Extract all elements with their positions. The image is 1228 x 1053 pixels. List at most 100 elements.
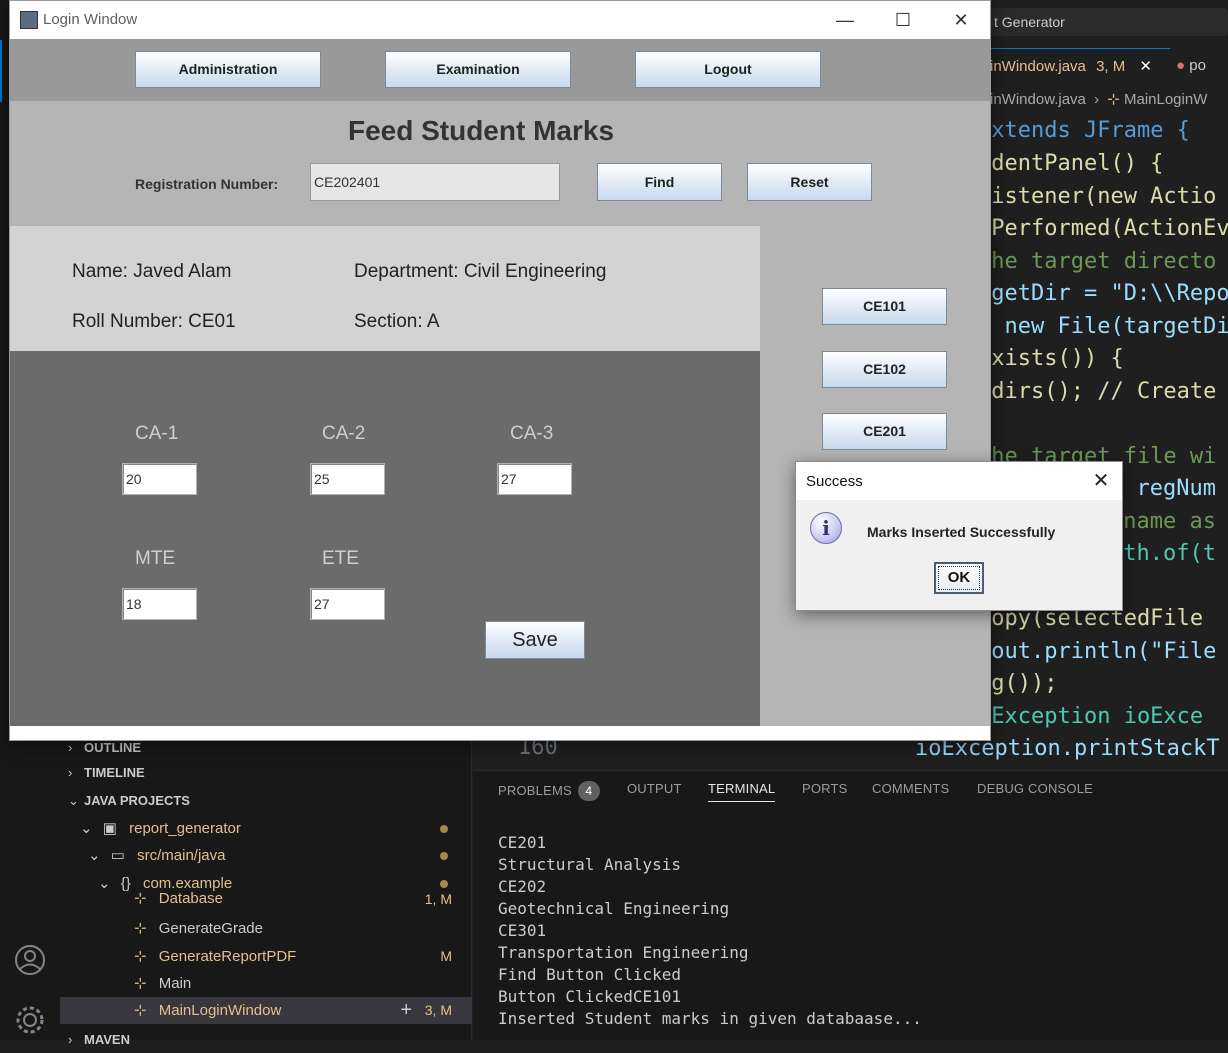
examination-button[interactable]: Examination [385, 51, 571, 88]
timeline-section-header[interactable]: › TIMELINE [60, 760, 472, 786]
dialog-close-button[interactable]: ✕ [1080, 462, 1122, 500]
breadcrumb-file[interactable]: inWindow.java [990, 91, 1086, 108]
ca1-input[interactable]: 20 [122, 463, 197, 495]
tree-item-label: MainLoginWindow [158, 1002, 282, 1019]
tab-output[interactable]: OUTPUT [627, 781, 682, 796]
course-button-ce101[interactable]: CE101 [822, 288, 947, 325]
terminal-line: CE202 [498, 877, 547, 896]
java-projects-section-header[interactable]: ⌄ JAVA PROJECTS [60, 788, 472, 814]
code-line: extends JFrame { [978, 118, 1190, 143]
tree-item-class[interactable]: ⊹ Main [60, 970, 472, 997]
window-titlebar[interactable]: Login Window — ☐ ✕ [10, 1, 990, 39]
code-line: .out.println("File [978, 639, 1217, 664]
editor-tab-active[interactable]: inWindow.java 3, M ✕ [990, 48, 1170, 84]
section-title: JAVA PROJECTS [84, 793, 190, 808]
logout-button[interactable]: Logout [635, 51, 821, 88]
bottom-panel: PROBLEMS 4 OUTPUT TERMINAL PORTS COMMENTS… [473, 770, 1228, 1040]
tree-item-class[interactable]: ⊹ GenerateReportPDF M [60, 943, 472, 970]
tab-ports[interactable]: PORTS [802, 781, 848, 796]
tree-item-folder[interactable]: ⌄ ▭ src/main/java [60, 842, 472, 869]
code-line: nPerformed(ActionEv [978, 216, 1228, 241]
ete-input[interactable]: 27 [310, 588, 385, 620]
page-title: Feed Student Marks [347, 115, 615, 146]
settings-gear-icon[interactable] [14, 1004, 46, 1036]
minimize-button[interactable]: — [816, 1, 874, 39]
tab-problems[interactable]: PROBLEMS 4 [498, 781, 600, 801]
student-name: Name: Javed Alam [72, 261, 232, 282]
editor-tab-badge: 3, M [1096, 58, 1126, 75]
terminal-line: CE301 [498, 921, 547, 940]
registration-number-label: Registration Number: [135, 176, 279, 192]
modified-dot [440, 880, 448, 888]
student-section: Section: A [354, 311, 440, 332]
tree-item-badge: 3, M [424, 1002, 452, 1018]
ca1-label: CA-1 [135, 423, 179, 444]
administration-button[interactable]: Administration [135, 51, 321, 88]
tree-item-class-selected[interactable]: ⊹ MainLoginWindow + 3, M [60, 997, 472, 1024]
dialog-titlebar[interactable]: Success ✕ [796, 462, 1122, 500]
account-icon[interactable] [14, 944, 46, 976]
terminal-line: Transportation Engineering [498, 943, 749, 962]
maximize-button[interactable]: ☐ [874, 1, 932, 39]
ca3-input[interactable]: 27 [497, 463, 572, 495]
student-roll-number: Roll Number: CE01 [72, 311, 236, 332]
tree-item-badge: M [440, 948, 452, 964]
registration-number-input[interactable]: CE202401 [310, 163, 560, 201]
code-line: rgetDir = "D:\\Repo [978, 281, 1228, 306]
editor-tab[interactable]: ● po [1176, 48, 1228, 84]
tab-terminal[interactable]: TERMINAL [708, 781, 776, 802]
success-dialog: Success ✕ i Marks Inserted Successfully … [795, 461, 1123, 611]
modified-dot [440, 852, 448, 860]
tree-item-label: GenerateGrade [158, 920, 263, 937]
tab-comments[interactable]: COMMENTS [872, 781, 949, 796]
editor-tab-label: inWindow.java [990, 58, 1086, 75]
explorer-sidebar: › OUTLINE › TIMELINE ⌄ JAVA PROJECTS ⌄ ▣… [60, 735, 472, 1047]
tab-debug-console[interactable]: DEBUG CONSOLE [977, 781, 1093, 796]
section-title: OUTLINE [84, 740, 142, 755]
modified-dot [440, 825, 448, 833]
tree-item-class[interactable]: ⊹ GenerateGrade [60, 915, 472, 942]
tree-item-project[interactable]: ⌄ ▣ report_generator [60, 815, 472, 842]
close-window-button[interactable]: ✕ [932, 1, 990, 39]
mte-input[interactable]: 18 [122, 588, 197, 620]
ca3-label: CA-3 [510, 423, 554, 444]
class-icon: ⊹ [134, 890, 147, 907]
editor-breadcrumb: inWindow.java › ⊹ MainLoginW [990, 90, 1207, 108]
tree-item-class[interactable]: ⊹ Database 1, M [60, 890, 472, 908]
java-app-icon [20, 11, 38, 29]
command-center-title: t Generator [994, 14, 1065, 30]
code-line: name as [1110, 509, 1216, 534]
chevron-down-icon: ⌄ [68, 793, 79, 808]
ete-label: ETE [322, 548, 359, 569]
save-button[interactable]: Save [485, 621, 585, 659]
code-line: OException ioExce [978, 704, 1204, 729]
close-tab-icon[interactable]: ✕ [1139, 58, 1152, 75]
course-button-ce102[interactable]: CE102 [822, 351, 947, 388]
login-window: Login Window — ☐ ✕ Administration Examin… [9, 0, 991, 741]
editor-tab-label: po [1189, 57, 1206, 74]
command-center[interactable]: t Generator [990, 8, 1228, 36]
ca2-input[interactable]: 25 [310, 463, 385, 495]
section-title: TIMELINE [84, 765, 145, 780]
search-panel: Feed Student Marks Registration Number: … [10, 101, 990, 226]
class-icon: ⊹ [134, 975, 147, 992]
code-line: udentPanel() { [978, 151, 1164, 176]
marks-entry-panel: CA-1 20 CA-2 25 CA-3 27 MTE 18 ETE 27 Sa… [10, 351, 760, 726]
course-button-ce201[interactable]: CE201 [822, 413, 947, 450]
terminal-line: Button ClickedCE101 [498, 987, 682, 1006]
activity-bar-active-indicator [0, 40, 2, 102]
tree-item-label: report_generator [129, 820, 241, 837]
code-line: the target directo [978, 249, 1217, 274]
terminal-line: Geotechnical Engineering [498, 899, 730, 918]
ok-button[interactable]: OK [934, 562, 984, 594]
student-info-panel: Name: Javed Alam Department: Civil Engin… [10, 226, 760, 351]
class-icon: ⊹ [1107, 91, 1120, 108]
tree-item-label: Main [158, 975, 192, 992]
window-content: Administration Examination Logout Feed S… [10, 39, 990, 726]
code-line: ath.of(t [1110, 541, 1216, 566]
maven-section-header[interactable]: › MAVEN [60, 1027, 472, 1053]
add-icon[interactable]: + [400, 997, 412, 1024]
reset-button[interactable]: Reset [747, 163, 872, 201]
breadcrumb-symbol[interactable]: MainLoginW [1124, 91, 1207, 108]
find-button[interactable]: Find [597, 163, 722, 201]
